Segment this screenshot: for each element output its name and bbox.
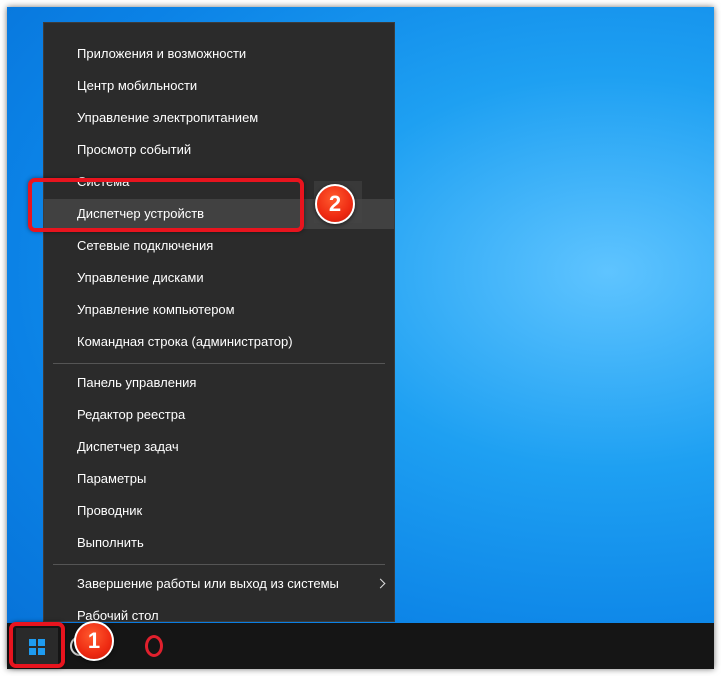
annotation-highlight-start [9,622,65,668]
desktop: Приложения и возможности Центр мобильнос… [7,7,714,669]
menu-item-apps-features[interactable]: Приложения и возможности [44,39,394,69]
menu-separator [53,363,385,364]
annotation-highlight-device-manager [28,178,304,232]
menu-item-command-prompt-admin[interactable]: Командная строка (администратор) [44,327,394,357]
menu-item-disk-management[interactable]: Управление дисками [44,263,394,293]
menu-item-network-connections[interactable]: Сетевые подключения [44,231,394,261]
winx-context-menu: Приложения и возможности Центр мобильнос… [43,22,395,623]
menu-item-label: Завершение работы или выход из системы [77,576,339,591]
step-badge-1: 1 [74,621,114,661]
menu-item-power-options[interactable]: Управление электропитанием [44,103,394,133]
chevron-right-icon [375,578,386,589]
menu-separator [53,564,385,565]
menu-item-event-viewer[interactable]: Просмотр событий [44,135,394,165]
opera-icon[interactable] [145,635,163,657]
menu-item-registry-editor[interactable]: Редактор реестра [44,400,394,430]
menu-item-task-manager[interactable]: Диспетчер задач [44,432,394,462]
menu-item-run[interactable]: Выполнить [44,528,394,558]
menu-item-computer-management[interactable]: Управление компьютером [44,295,394,325]
menu-item-file-explorer[interactable]: Проводник [44,496,394,526]
menu-item-mobility-center[interactable]: Центр мобильности [44,71,394,101]
step-badge-2: 2 [315,184,355,224]
menu-item-settings[interactable]: Параметры [44,464,394,494]
menu-item-control-panel[interactable]: Панель управления [44,368,394,398]
menu-item-shutdown-signout[interactable]: Завершение работы или выход из системы [44,569,394,599]
